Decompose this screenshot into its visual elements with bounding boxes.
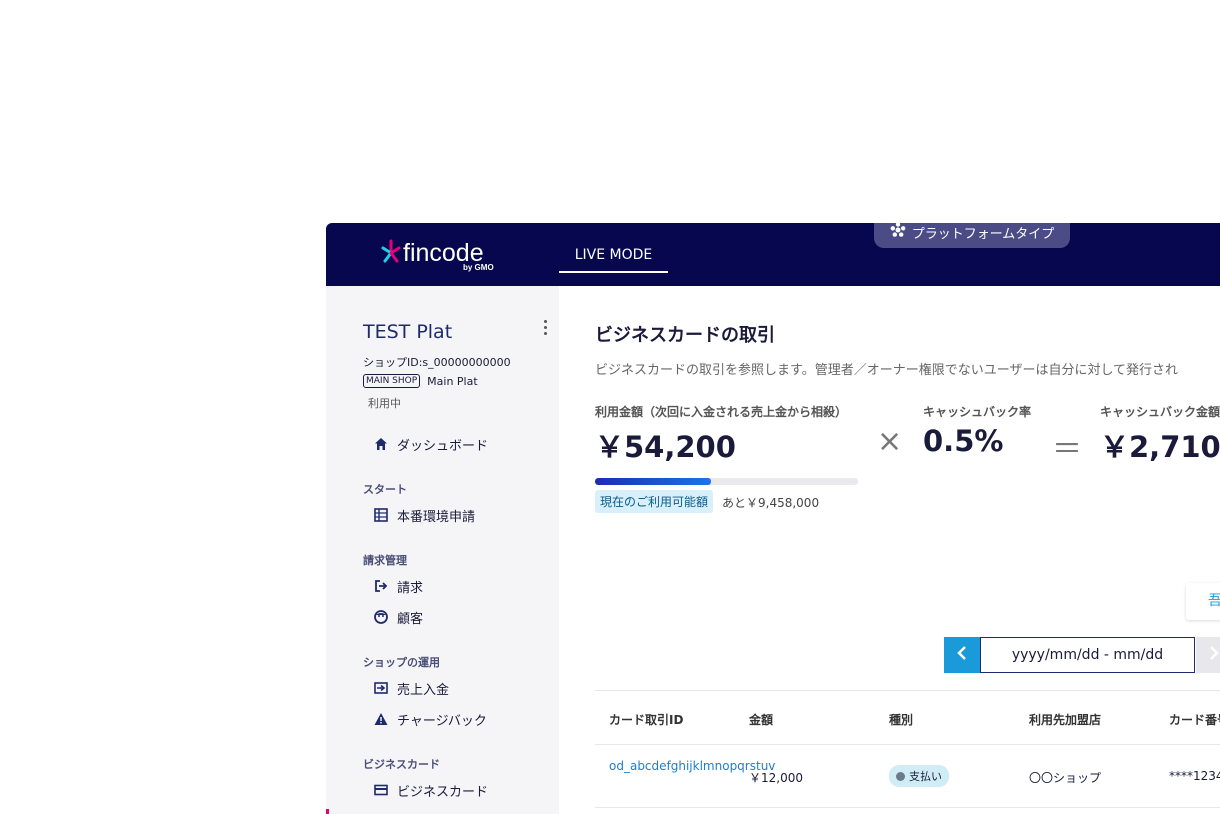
platform-type-label: プラットフォームタイプ	[911, 227, 1055, 242]
credit-card-icon	[373, 783, 388, 798]
fincode-logo[interactable]: fincode by GMO	[381, 237, 511, 273]
transaction-id-link[interactable]: od_abcdefghijklmnopqrstuv	[609, 760, 775, 773]
page-description: ビジネスカードの取引を参照します。管理者／オーナー権限でないユーザーは自分に対し…	[595, 363, 1179, 378]
chevron-left-icon	[956, 645, 968, 665]
sidebar-item-dashboard[interactable]: ダッシュボード	[373, 434, 488, 454]
tab-active-underline	[559, 271, 668, 273]
cashback-rate-label: キャッシュバック率	[923, 405, 1032, 419]
shop-name: TEST Plat	[363, 321, 453, 343]
shop-status: 利用中	[368, 397, 401, 410]
usage-progress-bar	[595, 478, 858, 485]
sidebar-item-sales-deposit[interactable]: 売上入金	[373, 678, 449, 698]
main-shop-row: MAIN SHOP Main Plat	[363, 374, 478, 388]
date-next-button[interactable]	[1196, 637, 1220, 673]
shop-menu-icon[interactable]	[541, 320, 549, 338]
transaction-amount: ￥12,000	[749, 771, 803, 785]
warning-icon	[373, 712, 388, 727]
date-range-input[interactable]: yyyy/mm/dd - mm/dd	[980, 637, 1195, 673]
usage-amount-value: ￥54,200	[595, 430, 736, 464]
sidebar: TEST Plat ショップID:s_00000000000 MAIN SHOP…	[326, 286, 559, 814]
tab-live-mode-label: LIVE MODE	[574, 247, 653, 263]
times-operator: ×	[877, 424, 903, 459]
remaining-amount: あと￥9,458,000	[722, 496, 820, 510]
section-label-start: スタート	[363, 483, 407, 496]
section-label-business-card: ビジネスカード	[363, 758, 440, 771]
sidebar-item-label: 顧客	[397, 611, 424, 627]
sidebar-item-label: チャージバック	[397, 713, 487, 729]
export-button-label: 吾	[1208, 593, 1220, 609]
usage-progress-fill	[595, 478, 711, 485]
section-label-shop-operation: ショップの運用	[363, 656, 440, 669]
sidebar-item-label: 請求	[397, 580, 424, 596]
column-header: 利用先加盟店	[1029, 713, 1102, 727]
transaction-type: 支払い	[909, 770, 942, 783]
top-bar: fincode by GMO LIVE MODE プラットフォームタイプ	[326, 223, 1220, 286]
logo-sub: by GMO	[463, 263, 494, 272]
main-content: ビジネスカードの取引 ビジネスカードの取引を参照します。管理者／オーナー権限でな…	[559, 286, 1220, 814]
face-icon	[373, 610, 388, 625]
sidebar-item-customer[interactable]: 顧客	[373, 607, 423, 627]
card-number: ****1234	[1169, 769, 1220, 783]
column-header: 種別	[889, 713, 914, 727]
type-dot-icon	[896, 771, 905, 781]
tab-live-mode[interactable]: LIVE MODE	[559, 245, 668, 273]
sidebar-item-chargeback[interactable]: チャージバック	[373, 709, 487, 729]
logout-arrow-icon	[373, 579, 388, 594]
logo-mark-icon	[381, 239, 401, 263]
cashback-amount-value: ￥2,710	[1100, 430, 1220, 464]
column-header: カード番号	[1169, 713, 1220, 727]
table-icon	[373, 508, 388, 523]
sidebar-item-label: 売上入金	[397, 682, 450, 698]
page-title: ビジネスカードの取引	[595, 325, 775, 346]
merchant-name: 〇〇ショップ	[1029, 771, 1102, 785]
transactions-table: カード取引ID 金額 種別 利用先加盟店 カード番号 od_abcdefghij…	[595, 690, 1220, 808]
main-shop-name: Main Plat	[427, 374, 478, 388]
main-shop-badge: MAIN SHOP	[363, 374, 421, 388]
platform-type-badge: プラットフォームタイプ	[874, 223, 1070, 248]
sidebar-item-production-application[interactable]: 本番環境申請	[373, 505, 475, 525]
column-header: 金額	[749, 713, 774, 727]
cashback-amount-label: キャッシュバック金額	[1100, 405, 1220, 419]
sidebar-item-invoice[interactable]: 請求	[373, 576, 423, 596]
usage-amount-label: 利用金額（次回に入金される売上金から相殺）	[595, 405, 848, 419]
equals-operator: ＝	[1052, 432, 1082, 467]
transaction-type-badge: 支払い	[889, 765, 949, 787]
sidebar-item-label: ビジネスカード	[397, 784, 489, 800]
section-label-billing: 請求管理	[363, 554, 407, 567]
app-window: fincode by GMO LIVE MODE プラットフォームタイプ TES…	[326, 223, 1220, 814]
table-row[interactable]: od_abcdefghijklmnopqrstuv ￥12,000 支払い 〇〇…	[595, 745, 1220, 807]
sidebar-item-business-card[interactable]: ビジネスカード	[373, 780, 488, 800]
sidebar-item-label: 本番環境申請	[397, 509, 476, 525]
platform-icon	[890, 223, 906, 248]
table-header: カード取引ID 金額 種別 利用先加盟店 カード番号	[595, 691, 1220, 744]
shop-id: ショップID:s_00000000000	[363, 356, 511, 369]
accent-marker	[326, 809, 329, 814]
sidebar-item-label: ダッシュボード	[397, 438, 489, 454]
home-icon	[373, 437, 388, 452]
deposit-icon	[373, 681, 388, 696]
chevron-right-icon	[1208, 645, 1220, 665]
export-button[interactable]: 吾	[1186, 583, 1220, 620]
available-amount-badge: 現在のご利用可能額	[595, 490, 714, 513]
column-header: カード取引ID	[609, 713, 684, 727]
cashback-rate-value: 0.5%	[923, 424, 1004, 458]
date-prev-button[interactable]	[944, 637, 980, 673]
